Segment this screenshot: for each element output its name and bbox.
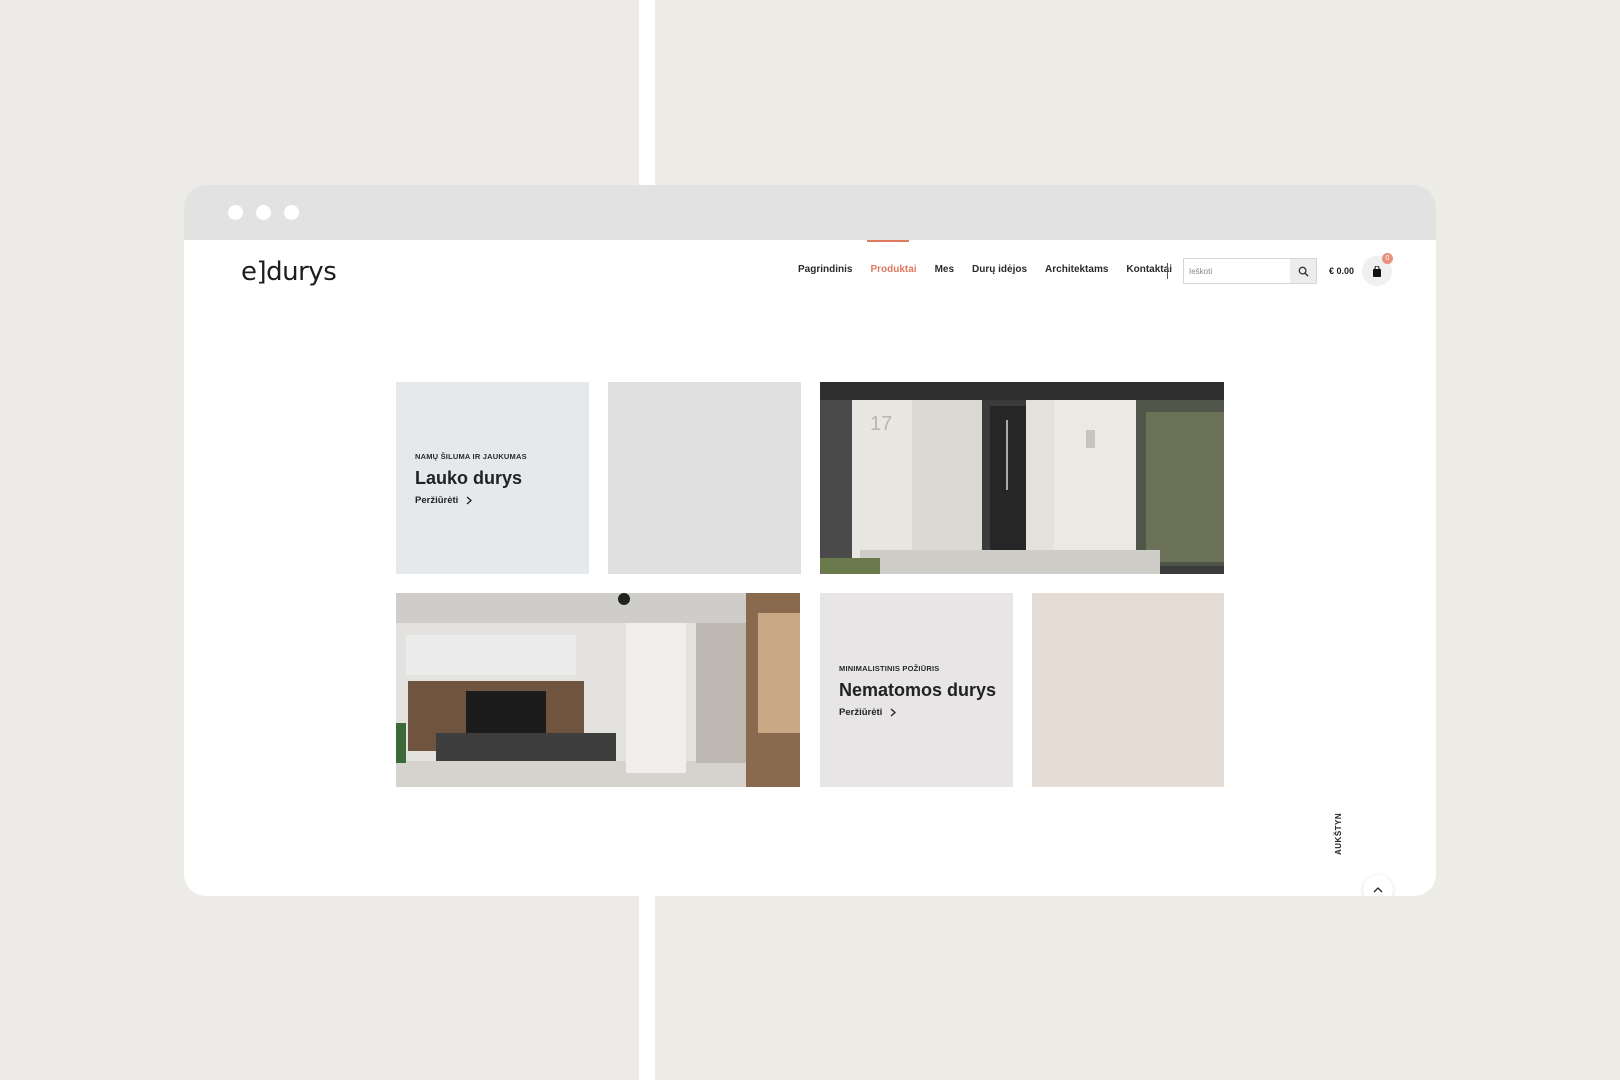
- window-minimize-dot[interactable]: [256, 205, 271, 220]
- tile-title: Nematomos durys: [839, 680, 997, 700]
- nav-item-kontaktai[interactable]: Kontaktai: [1126, 264, 1172, 275]
- tile-placeholder-gray[interactable]: [608, 382, 801, 574]
- window-maximize-dot[interactable]: [284, 205, 299, 220]
- nav-active-indicator: [867, 240, 909, 242]
- view-link[interactable]: Peržiūrėti: [415, 495, 473, 506]
- tile-exterior-doors[interactable]: NAMŲ ŠILUMA IR JAUKUMAS Lauko durys Perž…: [396, 382, 589, 574]
- back-to-top-button[interactable]: [1363, 875, 1393, 896]
- site-logo[interactable]: e]durys: [241, 257, 337, 287]
- chevron-right-icon: [466, 496, 473, 505]
- search-box: [1183, 258, 1317, 284]
- view-link-label: Peržiūrėti: [415, 495, 459, 506]
- door-photo-image: 17: [820, 382, 1224, 574]
- chevron-up-icon: [1373, 887, 1383, 893]
- tile-hidden-doors[interactable]: MINIMALISTINIS POŽIŪRIS Nematomos durys …: [820, 593, 1013, 787]
- tile-title: Lauko durys: [415, 468, 523, 488]
- browser-titlebar: [184, 185, 1436, 240]
- tile-exterior-door-photo[interactable]: 17: [820, 382, 1224, 574]
- nav-item-produktai[interactable]: Produktai: [870, 264, 916, 275]
- window-close-dot[interactable]: [228, 205, 243, 220]
- interior-photo-image: [396, 593, 800, 787]
- tile-kicker: MINIMALISTINIS POŽIŪRIS: [839, 664, 940, 673]
- nav-item-pagrindinis[interactable]: Pagrindinis: [798, 264, 852, 275]
- view-link[interactable]: Peržiūrėti: [839, 707, 897, 718]
- nav-item-duru-idejos[interactable]: Durų idėjos: [972, 264, 1027, 275]
- browser-window: e]durys Pagrindinis Produktai Mes Durų i…: [184, 185, 1436, 896]
- main-nav: Pagrindinis Produktai Mes Durų idėjos Ar…: [798, 264, 1172, 275]
- search-button[interactable]: [1290, 259, 1316, 283]
- house-number: 17: [870, 413, 892, 435]
- shopping-bag-icon: [1373, 265, 1381, 277]
- tile-interior-photo[interactable]: [396, 593, 800, 787]
- back-to-top-label[interactable]: AUKŠTYN: [1334, 813, 1343, 855]
- chevron-right-icon: [890, 708, 897, 717]
- cart-total[interactable]: € 0.00: [1329, 266, 1354, 276]
- tile-kicker: NAMŲ ŠILUMA IR JAUKUMAS: [415, 452, 527, 461]
- tile-placeholder-beige[interactable]: [1032, 593, 1224, 787]
- search-input[interactable]: [1184, 259, 1290, 283]
- search-icon: [1298, 266, 1309, 277]
- site-content: e]durys Pagrindinis Produktai Mes Durų i…: [184, 240, 1436, 896]
- nav-item-mes[interactable]: Mes: [935, 264, 954, 275]
- nav-item-architektams[interactable]: Architektams: [1045, 264, 1108, 275]
- cart-count-badge: 0: [1382, 253, 1393, 264]
- nav-divider: [1167, 263, 1168, 279]
- view-link-label: Peržiūrėti: [839, 707, 883, 718]
